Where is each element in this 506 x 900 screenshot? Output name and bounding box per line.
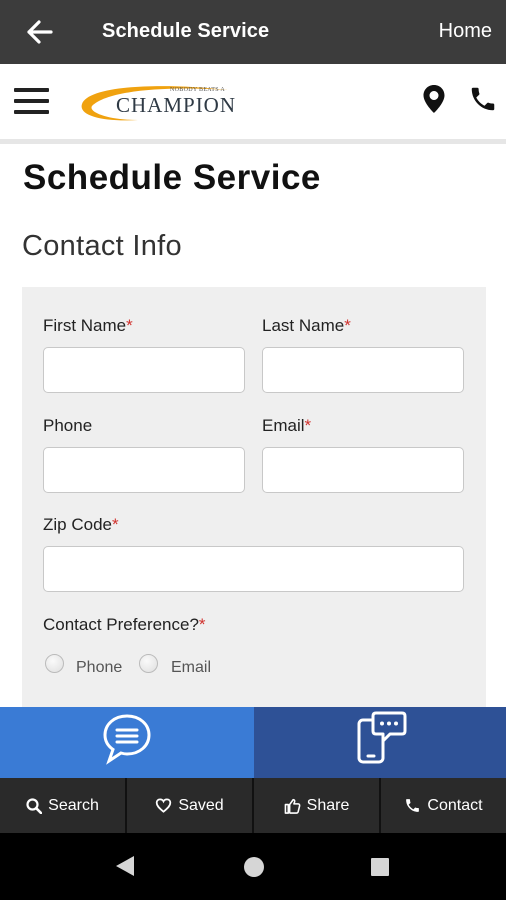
tab-share-label: Share [306,796,350,814]
back-arrow-icon[interactable] [22,14,58,50]
system-navigation-bar [0,833,506,900]
site-header: NOBODY BEATS A CHAMPION [0,64,506,144]
email-input[interactable] [262,447,464,493]
contact-form: First Name* Last Name* Phone Email* Zip … [22,287,486,710]
search-icon [26,797,43,814]
contact-preference-label: Contact Preference?* [43,615,206,634]
zip-code-label: Zip Code* [43,515,119,534]
tab-saved-label: Saved [178,796,224,814]
section-title: Contact Info [22,230,182,262]
radio-email-label: Email [171,659,212,676]
champion-logo[interactable]: NOBODY BEATS A CHAMPION [78,80,248,126]
chat-bubble-icon [103,714,151,765]
radio-email[interactable] [139,654,158,673]
first-name-input[interactable] [43,347,245,393]
hamburger-menu-icon[interactable] [14,88,50,116]
first-name-label: First Name* [43,316,133,335]
phone-icon [406,799,420,812]
phone-icon[interactable] [468,84,498,114]
radio-phone[interactable] [45,654,64,673]
email-label: Email* [262,416,312,435]
heart-icon [156,798,172,813]
app-bar: Schedule Service Home [0,0,506,64]
nav-home-icon[interactable] [243,856,265,878]
tab-contact[interactable]: Contact [381,778,506,833]
phone-input[interactable] [43,447,245,493]
tab-contact-label: Contact [427,796,483,814]
last-name-input[interactable] [262,347,464,393]
tab-search-label: Search [48,796,99,814]
thumbs-up-icon [284,798,301,814]
text-message-icon [357,711,407,764]
tab-share[interactable]: Share [254,778,381,833]
logo-wordmark: CHAMPION [116,93,237,117]
nav-recents-icon[interactable] [370,857,390,877]
app-title: Schedule Service [102,20,270,42]
radio-phone-label: Phone [76,659,123,676]
page-title: Schedule Service [23,158,321,197]
phone-label: Phone [43,416,93,435]
tab-saved[interactable]: Saved [127,778,254,833]
text-us-button[interactable] [254,707,506,778]
zip-code-input[interactable] [43,546,464,592]
live-chat-button[interactable] [0,707,254,778]
location-pin-icon[interactable] [422,84,446,114]
last-name-label: Last Name* [262,316,351,335]
tab-search[interactable]: Search [0,778,127,833]
nav-back-icon[interactable] [113,854,137,878]
home-button[interactable]: Home [439,20,492,43]
bottom-tab-bar: Search Saved Share Contact [0,778,506,833]
